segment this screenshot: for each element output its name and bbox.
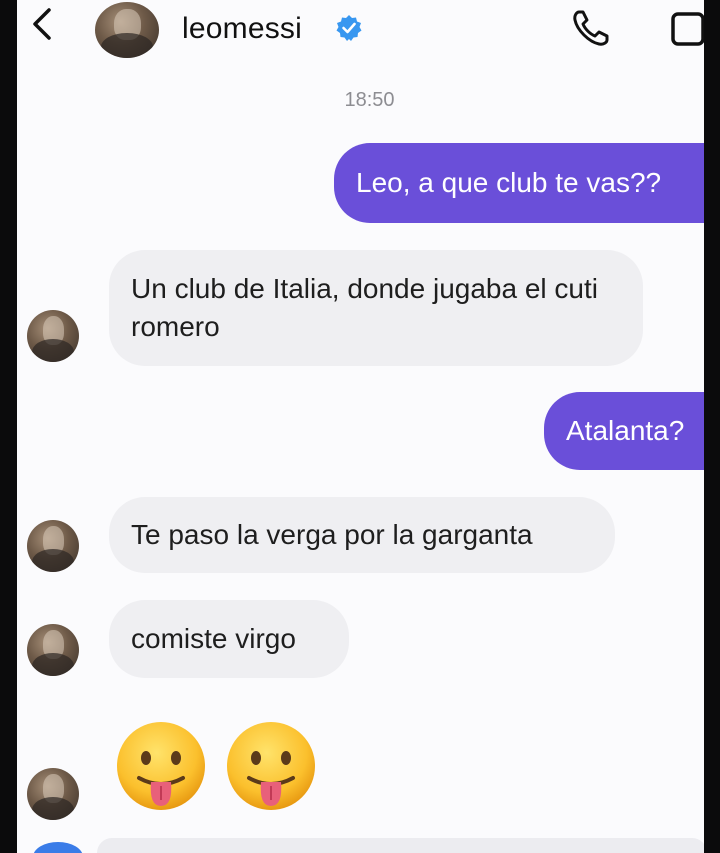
profile-avatar[interactable]	[95, 2, 159, 58]
sender-avatar[interactable]	[27, 624, 79, 676]
message-text: Atalanta?	[566, 415, 685, 446]
message-timestamp: 18:50	[344, 89, 395, 111]
message-text: Leo, a que club te vas??	[356, 167, 662, 198]
chat-username[interactable]: leomessi	[182, 12, 302, 46]
phone-call-icon[interactable]	[569, 6, 613, 50]
tongue-out-emoji-icon[interactable]	[113, 718, 209, 814]
video-call-icon[interactable]	[669, 8, 704, 48]
back-arrow-icon[interactable]	[21, 2, 61, 46]
message-text: Un club de Italia, donde jugaba el cuti …	[131, 273, 598, 342]
incoming-message[interactable]: Te paso la verga por la garganta	[109, 497, 615, 573]
incoming-message[interactable]: Un club de Italia, donde jugaba el cuti …	[109, 250, 643, 366]
sender-avatar[interactable]	[27, 310, 79, 362]
sender-avatar[interactable]	[27, 520, 79, 572]
chat-screen: leomessi 18:50 Leo, a que club te vas?? …	[17, 0, 704, 853]
tongue-out-emoji-icon[interactable]	[223, 718, 319, 814]
outgoing-message[interactable]: Atalanta?	[544, 392, 704, 470]
sender-avatar[interactable]	[27, 768, 79, 820]
message-text: Te paso la verga por la garganta	[131, 519, 533, 550]
incoming-message[interactable]: comiste virgo	[109, 600, 349, 678]
verified-badge-icon	[336, 15, 362, 41]
camera-button[interactable]	[33, 842, 83, 853]
message-text: comiste virgo	[131, 623, 296, 654]
message-input[interactable]	[97, 838, 704, 853]
outgoing-message[interactable]: Leo, a que club te vas??	[334, 143, 704, 223]
